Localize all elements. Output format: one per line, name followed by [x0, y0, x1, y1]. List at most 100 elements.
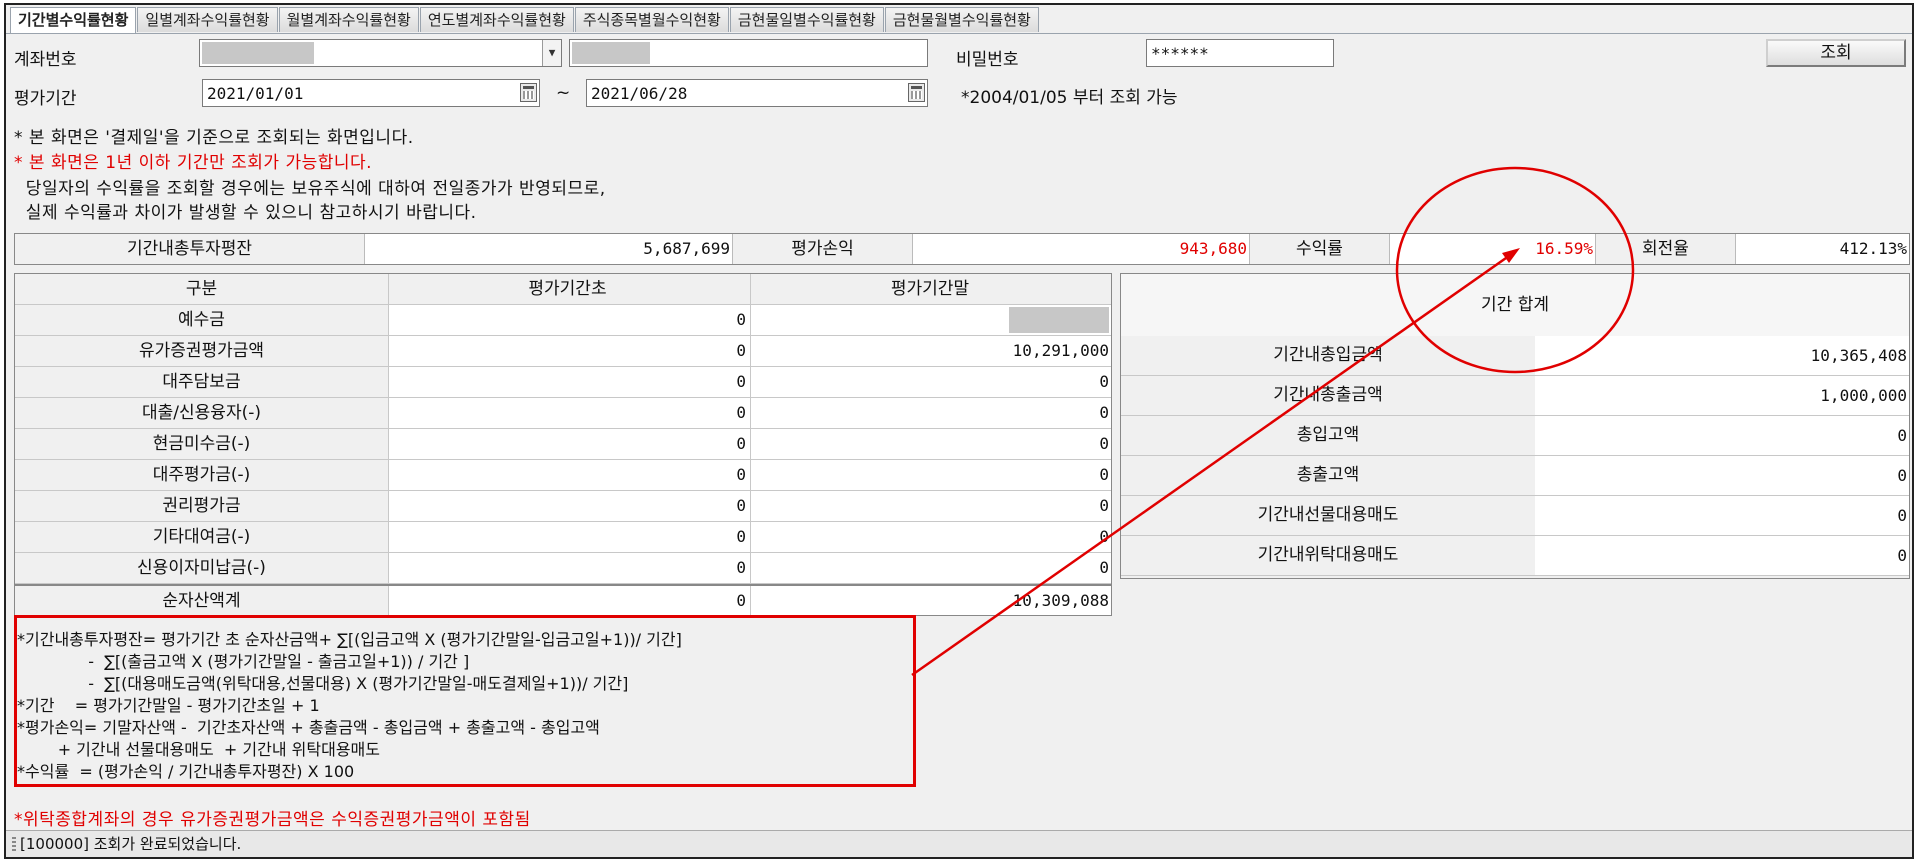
header-category: 구분 — [15, 274, 389, 304]
tab-divider — [6, 33, 1912, 34]
row-start-value: 0 — [389, 398, 751, 428]
table-row: 기간내총출금액 1,000,000 — [1121, 376, 1909, 416]
row-label: 대주담보금 — [15, 367, 389, 397]
avg-invest-value: 5,687,699 — [365, 234, 733, 264]
formula-line: *평가손익= 기말자산액 - 기간초자산액 + 총출금액 - 총입금액 + 총출… — [17, 718, 600, 737]
date-hint: *2004/01/05 부터 조회 가능 — [961, 88, 1178, 108]
row-label: 기간내위탁대용매도 — [1121, 536, 1536, 575]
row-label: 총입고액 — [1121, 416, 1536, 455]
asset-table-header: 구분 평가기간초 평가기간말 — [15, 274, 1111, 305]
row-label: 기간내총출금액 — [1121, 376, 1536, 415]
table-row: 예수금 0 — [15, 305, 1111, 336]
row-end-value — [751, 305, 1111, 335]
row-label: 대주평가금(-) — [15, 460, 389, 490]
table-row: 현금미수금(-) 0 0 — [15, 429, 1111, 460]
table-row: 총출고액 0 — [1121, 456, 1909, 496]
tab-gold-daily-return[interactable]: 금현물일별수익률현황 — [729, 7, 884, 32]
account-label: 계좌번호 — [14, 50, 77, 70]
header-period-end: 평가기간말 — [751, 274, 1111, 304]
account-name-field — [569, 39, 928, 67]
account-number-select[interactable]: ▼ — [199, 39, 562, 67]
note-settlement-basis: * 본 화면은 '결제일'을 기준으로 조회되는 화면입니다. — [14, 128, 414, 148]
row-value: 0 — [1535, 456, 1909, 495]
total-row: 순자산액계 0 10,309,088 — [15, 584, 1111, 616]
app-window: 기간별수익률현황 일별계좌수익률현황 월별계좌수익률현황 연도별계좌수익률현황 … — [4, 3, 1914, 859]
pnl-label: 평가손익 — [733, 234, 913, 264]
row-label: 기간내총입금액 — [1121, 336, 1536, 375]
total-label: 순자산액계 — [15, 586, 389, 616]
row-value: 0 — [1535, 536, 1909, 575]
chevron-down-icon[interactable]: ▼ — [542, 40, 561, 66]
row-label: 유가증권평가금액 — [15, 336, 389, 366]
note-previous-close: 당일자의 수익률을 조회할 경우에는 보유주식에 대하여 전일종가가 반영되므로… — [14, 179, 606, 199]
row-label: 기간내선물대용매도 — [1121, 496, 1536, 535]
total-start-value: 0 — [389, 586, 751, 616]
row-label: 대출/신용융자(-) — [15, 398, 389, 428]
pnl-value: 943,680 — [913, 234, 1250, 264]
table-row: 대출/신용융자(-) 0 0 — [15, 398, 1111, 429]
row-value: 1,000,000 — [1535, 376, 1909, 415]
status-bar: [100000] 조회가 완료되었습니다. — [6, 830, 1912, 857]
row-start-value: 0 — [389, 429, 751, 459]
row-label: 신용이자미납금(-) — [15, 553, 389, 583]
end-date-input[interactable]: 2021/06/28 — [586, 79, 928, 107]
formula-line: *수익률 = (평가손익 / 기간내총투자평잔) X 100 — [17, 762, 355, 781]
turnover-value: 412.13% — [1736, 234, 1909, 264]
table-row: 기타대여금(-) 0 0 — [15, 522, 1111, 553]
table-row: 신용이자미납금(-) 0 0 — [15, 553, 1111, 584]
tab-yearly-account-return[interactable]: 연도별계좌수익률현황 — [419, 7, 574, 32]
asset-table: 구분 평가기간초 평가기간말 예수금 0 유가증권평가금액 0 10,291,0… — [14, 273, 1112, 616]
row-start-value: 0 — [389, 305, 751, 335]
row-label: 현금미수금(-) — [15, 429, 389, 459]
trust-account-note: *위탁종합계좌의 경우 유가증권평가금액은 수익증권평가금액이 포함됨 — [14, 810, 531, 830]
avg-invest-label: 기간내총투자평잔 — [15, 234, 365, 264]
row-end-value: 0 — [1099, 403, 1109, 422]
end-date-value: 2021/06/28 — [591, 84, 688, 103]
row-label: 총출고액 — [1121, 456, 1536, 495]
table-row: 기간내총입금액 10,365,408 — [1121, 336, 1909, 376]
tab-period-return[interactable]: 기간별수익률현황 — [10, 7, 137, 34]
table-row: 기간내위탁대용매도 0 — [1121, 536, 1909, 576]
row-end-value: 0 — [1099, 465, 1109, 484]
masked-deposit-value — [1009, 307, 1109, 333]
row-start-value: 0 — [389, 553, 751, 583]
row-end-value: 0 — [1099, 558, 1109, 577]
formula-line: *기간 = 평가기간말일 - 평가기간초일 + 1 — [17, 696, 320, 715]
note-difference: 실제 수익률과 차이가 발생할 수 있으니 참고하시기 바랍니다. — [14, 203, 477, 223]
turnover-label: 회전율 — [1596, 234, 1736, 264]
password-field[interactable]: ****** — [1146, 39, 1334, 67]
note-one-year-limit: * 본 화면은 1년 이하 기간만 조회가 가능합니다. — [14, 153, 373, 173]
row-label: 기타대여금(-) — [15, 522, 389, 552]
masked-account-name — [572, 42, 650, 64]
row-label: 권리평가금 — [15, 491, 389, 521]
calendar-icon[interactable] — [908, 83, 925, 102]
start-date-input[interactable]: 2021/01/01 — [202, 79, 540, 107]
masked-account-number — [202, 42, 314, 64]
tab-stock-monthly-profit[interactable]: 주식종목별월수익현황 — [574, 7, 729, 32]
row-start-value: 0 — [389, 491, 751, 521]
formula-line: *기간내총투자평잔= 평가기간 초 순자산금액+ ∑[(입금고액 X (평가기간… — [17, 630, 682, 649]
period-total-table: 기간 합계 기간내총입금액 10,365,408 기간내총출금액 1,000,0… — [1120, 273, 1910, 579]
table-row: 기간내선물대용매도 0 — [1121, 496, 1909, 536]
tab-gold-monthly-return[interactable]: 금현물월별수익률현황 — [884, 7, 1039, 32]
tab-monthly-account-return[interactable]: 월별계좌수익률현황 — [278, 7, 419, 32]
row-start-value: 0 — [389, 460, 751, 490]
start-date-value: 2021/01/01 — [207, 84, 304, 103]
table-row: 권리평가금 0 0 — [15, 491, 1111, 522]
calendar-icon[interactable] — [520, 83, 537, 102]
grip-icon — [12, 836, 16, 853]
query-button[interactable]: 조회 — [1766, 39, 1906, 67]
tab-bar: 기간별수익률현황 일별계좌수익률현황 월별계좌수익률현황 연도별계좌수익률현황 … — [10, 7, 1040, 34]
table-row: 대주담보금 0 0 — [15, 367, 1111, 398]
formula-line: - ∑[(대용매도금액(위탁대용,선물대용) X (평가기간말일-매도결제일+1… — [17, 674, 629, 693]
tab-daily-account-return[interactable]: 일별계좌수익률현황 — [137, 7, 278, 32]
row-label: 예수금 — [15, 305, 389, 335]
date-range-separator: ~ — [556, 83, 571, 103]
return-value: 16.59% — [1390, 234, 1596, 264]
row-value: 0 — [1535, 496, 1909, 535]
table-row: 유가증권평가금액 0 10,291,000 — [15, 336, 1111, 367]
return-label: 수익률 — [1250, 234, 1390, 264]
row-start-value: 0 — [389, 522, 751, 552]
row-start-value: 0 — [389, 367, 751, 397]
row-end-value: 0 — [1099, 434, 1109, 453]
